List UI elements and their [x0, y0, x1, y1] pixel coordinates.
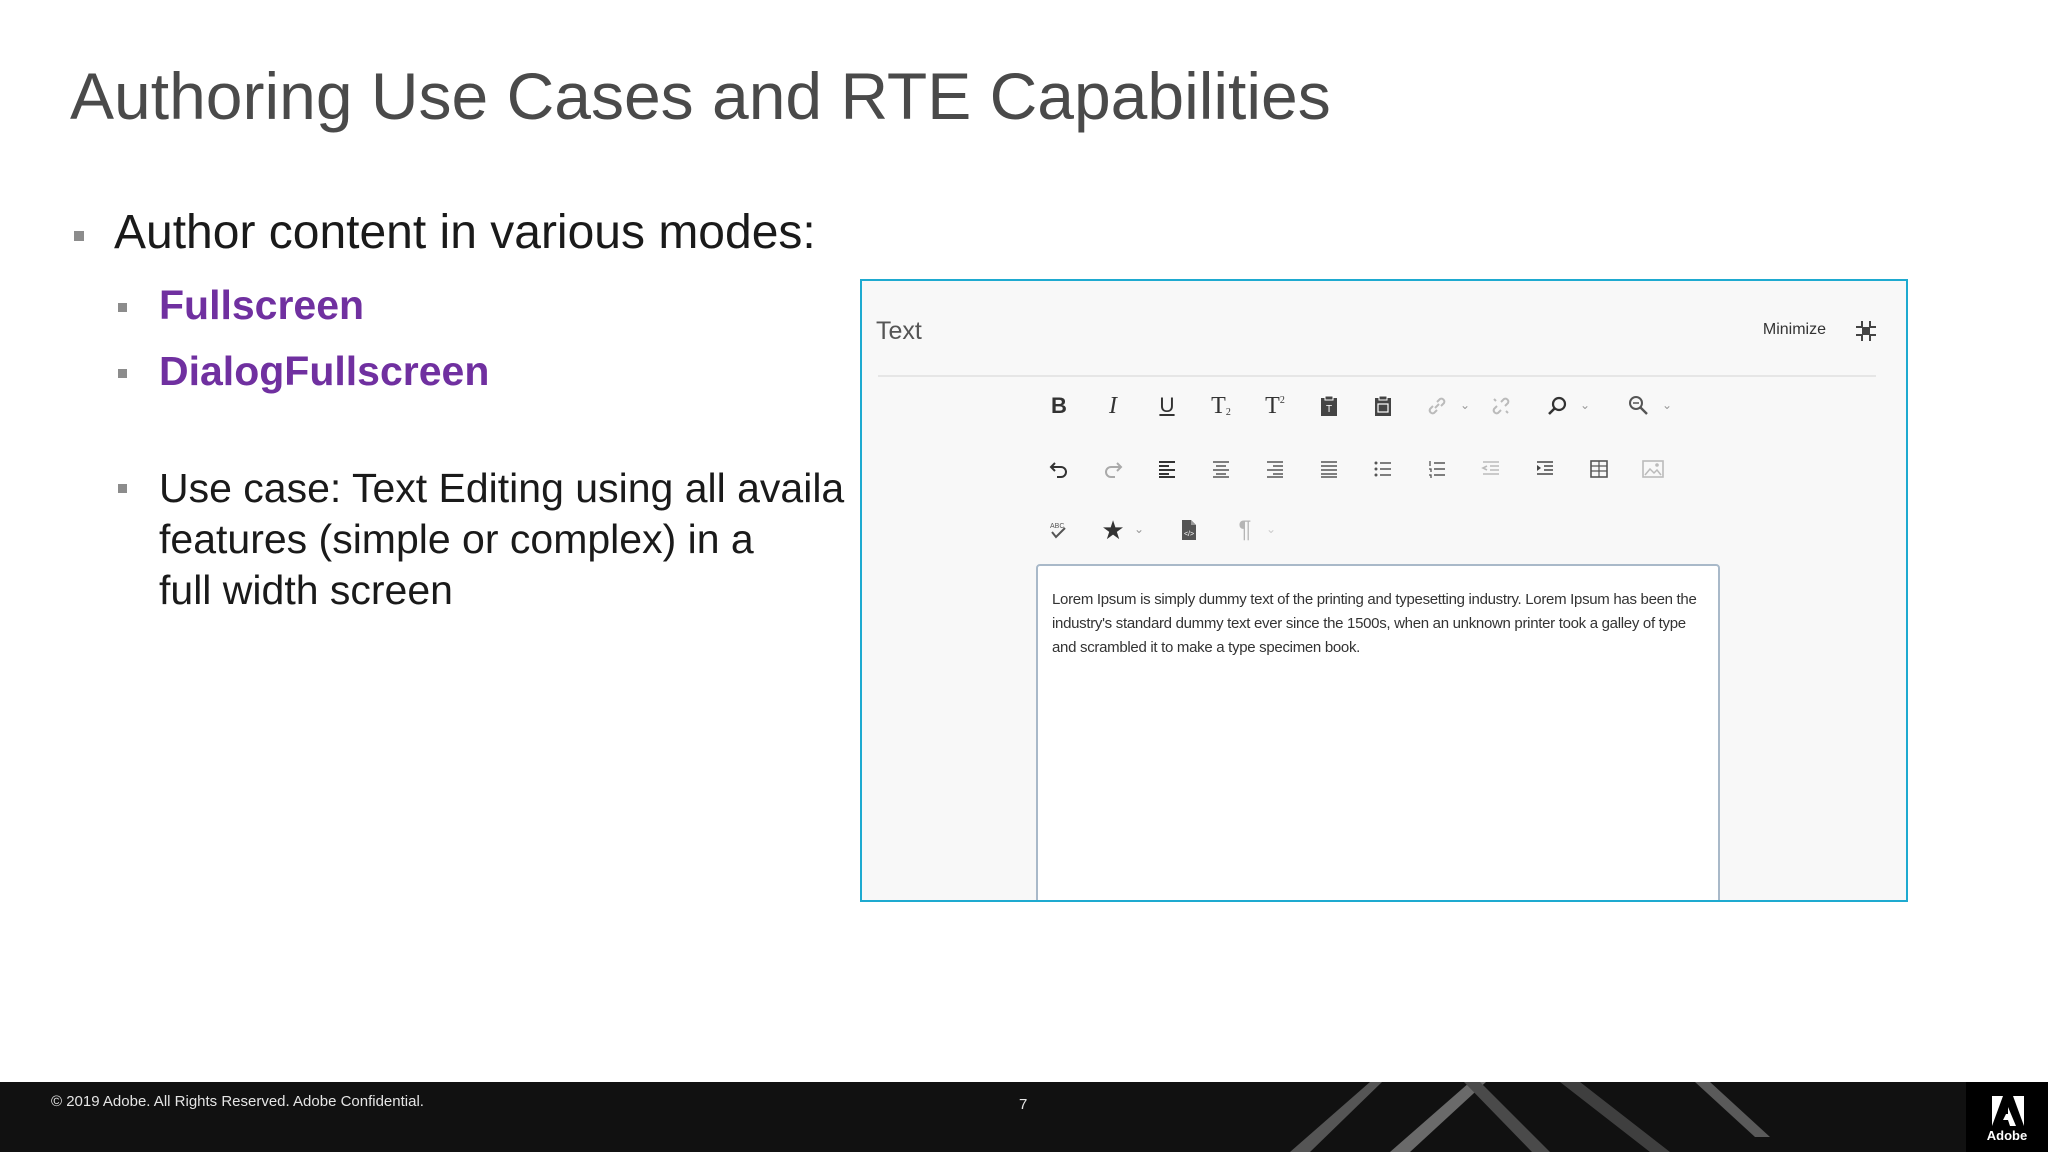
- align-left-icon[interactable]: [1150, 451, 1184, 487]
- mode-fullscreen-label: Fullscreen: [159, 282, 365, 328]
- slide-title: Authoring Use Cases and RTE Capabilities: [70, 59, 1331, 133]
- slide-footer: © 2019 Adobe. All Rights Reserved. Adobe…: [0, 1082, 2048, 1152]
- paragraph-icon[interactable]: ¶: [1228, 512, 1262, 548]
- source-edit-icon[interactable]: </>: [1172, 512, 1206, 548]
- align-right-icon[interactable]: [1258, 451, 1292, 487]
- bullet-square: [118, 484, 127, 493]
- outdent-icon[interactable]: [1474, 451, 1508, 487]
- link-dropdown-caret[interactable]: ⌄: [1460, 398, 1470, 412]
- subscript-icon[interactable]: T2: [1204, 388, 1238, 424]
- footer-decoration: [1290, 1082, 1770, 1152]
- rte-title: Text: [876, 317, 922, 345]
- indent-icon[interactable]: [1528, 451, 1562, 487]
- find-dropdown-caret[interactable]: ⌄: [1580, 398, 1590, 412]
- adobe-logo-text: Adobe: [1986, 1128, 2028, 1143]
- editor-content: Lorem Ipsum is simply dummy text of the …: [1052, 591, 1697, 656]
- bold-icon[interactable]: B: [1042, 388, 1076, 424]
- numbered-list-icon[interactable]: [1420, 451, 1454, 487]
- use-case-line-1: Use case: Text Editing using all availa: [159, 465, 845, 511]
- slide: Authoring Use Cases and RTE Capabilities…: [0, 0, 2048, 1152]
- rte-fullscreen-panel: Text Minimize B I U T2 T2 T ⌄ ⌄ ⌄ ABC ★ …: [860, 279, 1908, 902]
- link-icon[interactable]: [1420, 388, 1454, 424]
- find-replace-dropdown-caret[interactable]: ⌄: [1662, 398, 1672, 412]
- exit-fullscreen-icon[interactable]: [1854, 319, 1878, 343]
- unlink-icon[interactable]: [1484, 388, 1518, 424]
- find-replace-icon[interactable]: [1622, 388, 1656, 424]
- use-case-text: Use case: Text Editing using all availa …: [159, 463, 844, 616]
- rte-header: Text Minimize: [862, 281, 1906, 376]
- rte-header-divider: [878, 375, 1876, 377]
- align-justify-icon[interactable]: [1312, 451, 1346, 487]
- paste-text-icon[interactable]: T: [1312, 388, 1346, 424]
- undo-icon[interactable]: [1042, 451, 1076, 487]
- svg-text:ABC: ABC: [1050, 523, 1064, 530]
- find-icon[interactable]: [1540, 388, 1574, 424]
- use-case-line-3: full width screen: [159, 567, 453, 613]
- image-icon[interactable]: [1636, 451, 1670, 487]
- special-chars-icon[interactable]: ★: [1096, 512, 1130, 548]
- paste-word-icon[interactable]: [1366, 388, 1400, 424]
- special-chars-dropdown-caret[interactable]: ⌄: [1134, 522, 1144, 536]
- rte-editor-area[interactable]: Lorem Ipsum is simply dummy text of the …: [1036, 564, 1720, 900]
- redo-icon[interactable]: [1096, 451, 1130, 487]
- svg-text:</>: </>: [1184, 531, 1194, 538]
- bullet-fullscreen: Fullscreen: [118, 282, 364, 329]
- bullet-square: [118, 303, 127, 312]
- bullet-dialog-fullscreen: DialogFullscreen: [118, 348, 489, 395]
- footer-copyright: © 2019 Adobe. All Rights Reserved. Adobe…: [51, 1093, 424, 1110]
- paragraph-dropdown-caret[interactable]: ⌄: [1266, 522, 1276, 536]
- bullet-use-case: Use case: Text Editing using all availa …: [118, 463, 844, 616]
- mode-dialog-fullscreen-label: DialogFullscreen: [159, 348, 490, 394]
- minimize-button[interactable]: Minimize: [1763, 321, 1826, 339]
- spellcheck-icon[interactable]: ABC: [1042, 512, 1076, 548]
- underline-icon[interactable]: U: [1150, 388, 1184, 424]
- bullet-square: [118, 369, 127, 378]
- italic-icon[interactable]: I: [1096, 388, 1130, 424]
- align-center-icon[interactable]: [1204, 451, 1238, 487]
- bullet-square: [74, 231, 84, 241]
- superscript-icon[interactable]: T2: [1258, 388, 1292, 424]
- bulleted-list-icon[interactable]: [1366, 451, 1400, 487]
- bullet-text: Author content in various modes:: [114, 206, 816, 259]
- use-case-line-2: features (simple or complex) in a: [159, 516, 754, 562]
- svg-text:T: T: [1326, 404, 1332, 415]
- table-icon[interactable]: [1582, 451, 1616, 487]
- adobe-logo-icon: [1992, 1096, 2024, 1126]
- adobe-logo: Adobe: [1966, 1082, 2048, 1152]
- page-number: 7: [1019, 1096, 1028, 1113]
- bullet-author-modes: Author content in various modes:: [74, 205, 816, 260]
